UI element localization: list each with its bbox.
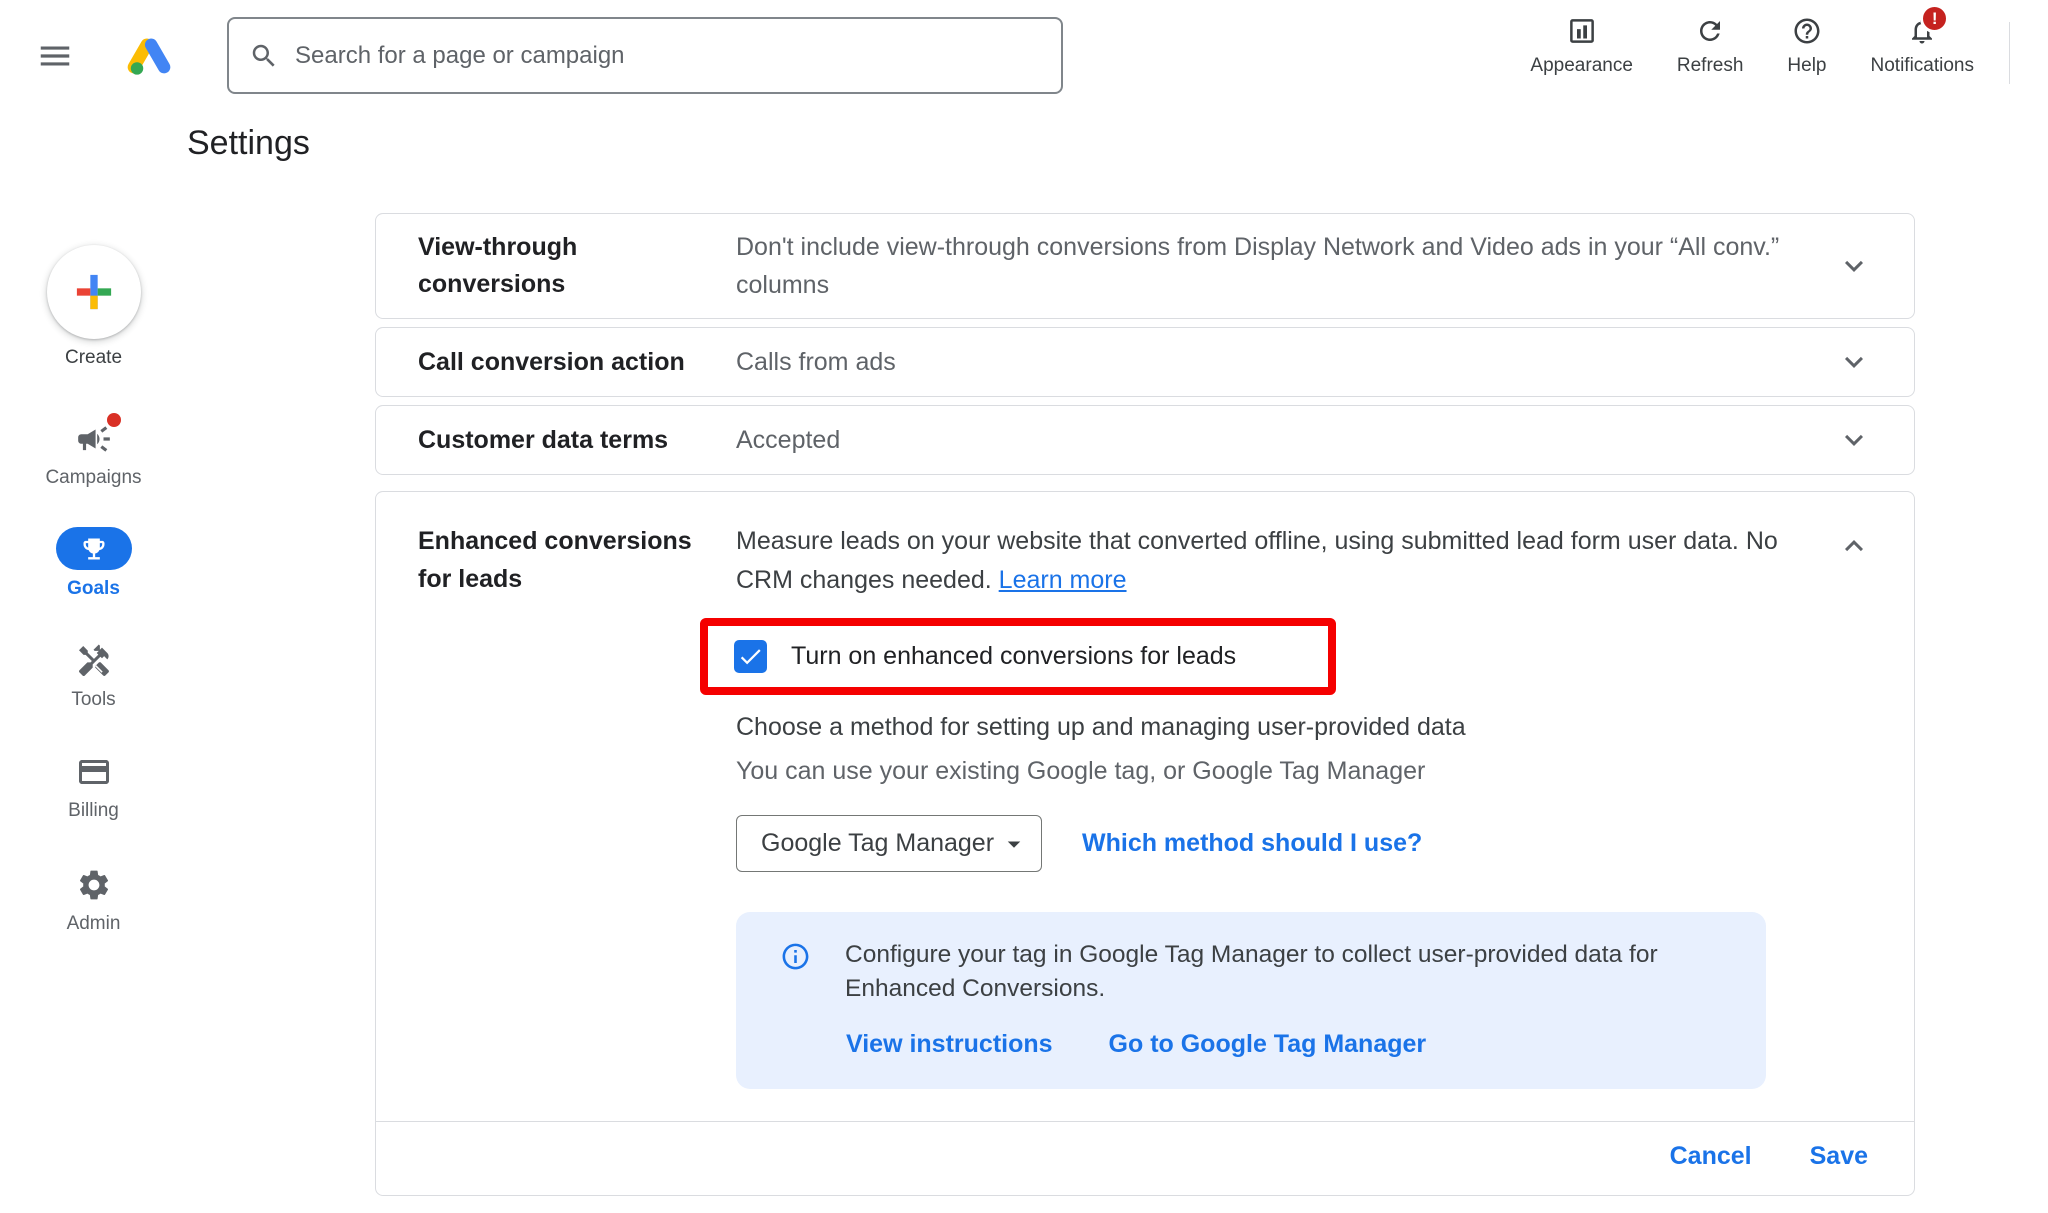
which-method-link[interactable]: Which method should I use? <box>1082 829 1422 858</box>
topbar-divider <box>2009 22 2010 84</box>
row-value: Don't include view-through conversions f… <box>736 228 1836 304</box>
tools-icon <box>76 641 112 681</box>
row-label: Customer data terms <box>418 422 698 459</box>
dropdown-arrow-icon <box>999 829 1029 859</box>
refresh-icon <box>1695 14 1725 48</box>
method-dropdown[interactable]: Google Tag Manager <box>736 815 1042 872</box>
notifications-icon: ! <box>1907 14 1937 48</box>
sidebar-item-campaigns[interactable]: Campaigns <box>0 419 187 489</box>
sidebar-nav: Create Campaigns Goals Tools Billing Adm… <box>0 111 187 1213</box>
sidebar-item-billing[interactable]: Billing <box>0 752 187 822</box>
admin-gear-icon <box>76 865 112 905</box>
notifications-label: Notifications <box>1871 55 1975 77</box>
chevron-down-icon[interactable] <box>1836 248 1872 284</box>
sidebar-item-goals[interactable]: Goals <box>0 527 187 600</box>
help-button[interactable]: Help <box>1765 14 1848 77</box>
go-to-gtm-link[interactable]: Go to Google Tag Manager <box>1109 1030 1427 1059</box>
save-button[interactable]: Save <box>1810 1142 1868 1171</box>
row-label: Call conversion action <box>418 344 698 381</box>
appearance-label: Appearance <box>1530 55 1632 77</box>
trophy-icon <box>80 535 108 563</box>
refresh-button[interactable]: Refresh <box>1655 14 1766 77</box>
refresh-label: Refresh <box>1677 55 1744 77</box>
goals-active-pill <box>56 527 132 570</box>
topbar-actions: Appearance Refresh Help ! Notifications <box>1508 14 1996 77</box>
campaigns-alert-dot <box>107 413 121 427</box>
sidebar-item-create[interactable]: Create <box>0 245 187 369</box>
row-view-through-conversions[interactable]: View-through conversions Don't include v… <box>375 213 1915 319</box>
appearance-button[interactable]: Appearance <box>1508 14 1654 77</box>
sidebar-item-admin[interactable]: Admin <box>0 865 187 935</box>
colorful-plus-icon <box>72 270 116 314</box>
card-footer: Cancel Save <box>376 1121 1914 1195</box>
google-ads-logo-icon[interactable] <box>126 32 172 78</box>
chevron-down-icon[interactable] <box>1836 344 1872 380</box>
cancel-button[interactable]: Cancel <box>1670 1142 1752 1171</box>
method-dropdown-value: Google Tag Manager <box>761 829 999 858</box>
search-bar[interactable] <box>227 17 1063 94</box>
help-icon <box>1792 14 1822 48</box>
enhanced-conversions-checkbox[interactable] <box>734 640 767 673</box>
sidebar-item-label: Billing <box>68 800 119 822</box>
notifications-button[interactable]: ! Notifications <box>1849 14 1997 77</box>
row-value: Calls from ads <box>736 343 1836 381</box>
search-icon <box>249 41 279 71</box>
gtm-info-box: Configure your tag in Google Tag Manager… <box>736 912 1766 1089</box>
checkmark-icon <box>737 643 764 670</box>
chevron-down-icon[interactable] <box>1836 422 1872 458</box>
info-icon <box>780 941 811 972</box>
settings-list: View-through conversions Don't include v… <box>375 213 1915 1196</box>
row-enhanced-conversions-for-leads: Enhanced conversions for leads Measure l… <box>375 491 1915 1196</box>
sidebar-item-tools[interactable]: Tools <box>0 641 187 711</box>
row-label: View-through conversions <box>418 229 698 303</box>
sidebar-item-label: Tools <box>71 689 115 711</box>
sidebar-item-label: Campaigns <box>45 467 141 489</box>
sidebar-item-label: Admin <box>67 913 121 935</box>
top-bar: Appearance Refresh Help ! Notifications <box>0 0 2048 111</box>
method-heading: Choose a method for setting up and manag… <box>736 709 1836 745</box>
row-label: Enhanced conversions for leads <box>418 522 698 1089</box>
row-customer-data-terms[interactable]: Customer data terms Accepted <box>375 405 1915 475</box>
row-call-conversion-action[interactable]: Call conversion action Calls from ads <box>375 327 1915 397</box>
enhanced-description: Measure leads on your website that conve… <box>736 522 1836 600</box>
campaigns-icon <box>75 419 113 459</box>
view-instructions-link[interactable]: View instructions <box>846 1030 1053 1059</box>
menu-icon[interactable] <box>36 37 74 75</box>
checkbox-label: Turn on enhanced conversions for leads <box>791 642 1236 671</box>
appearance-icon <box>1567 14 1597 48</box>
help-label: Help <box>1787 55 1826 77</box>
description-text: Measure leads on your website that conve… <box>736 527 1778 594</box>
search-input[interactable] <box>295 42 1041 70</box>
sidebar-item-label: Goals <box>67 578 120 600</box>
highlight-red-box: Turn on enhanced conversions for leads <box>700 618 1336 695</box>
chevron-up-icon[interactable] <box>1836 528 1872 1089</box>
sidebar-item-label: Create <box>65 347 122 369</box>
page-title: Settings <box>187 124 310 163</box>
row-value: Accepted <box>736 421 1836 459</box>
method-subtext: You can use your existing Google tag, or… <box>736 753 1836 789</box>
notifications-badge: ! <box>1920 4 1949 33</box>
learn-more-link[interactable]: Learn more <box>999 566 1127 594</box>
billing-card-icon <box>76 752 112 792</box>
create-button[interactable] <box>47 245 141 339</box>
info-text: Configure your tag in Google Tag Manager… <box>845 938 1726 1006</box>
